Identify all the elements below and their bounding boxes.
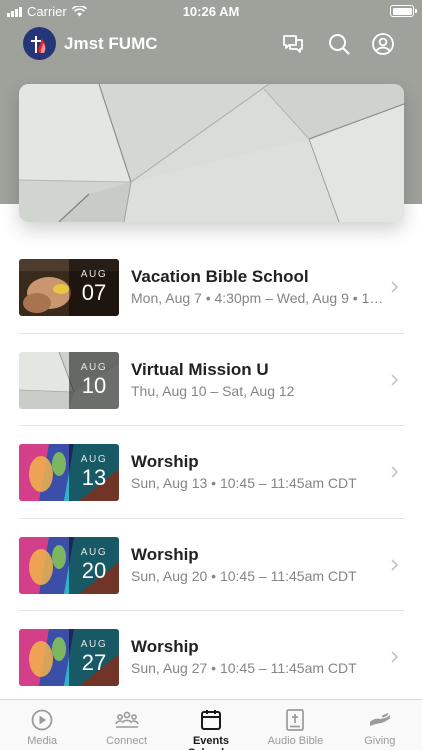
bible-icon [286,709,305,731]
event-title: Worship [131,544,199,564]
event-date-badge: AUG 13 [69,444,119,501]
event-row[interactable]: AUG 27 Worship Sun, Aug 27 • 10:45 – 11:… [0,610,422,703]
church-logo[interactable] [23,27,56,60]
chevron-right-icon [391,466,399,478]
status-bar: Carrier 10:26 AM [0,0,422,22]
event-date-badge: AUG 10 [69,351,119,409]
account-icon[interactable] [371,32,395,56]
chevron-right-icon [391,373,399,386]
event-date-badge: AUG 27 [69,629,119,686]
app-title: Jmst FUMC [64,34,158,53]
tab-media[interactable]: Media [0,700,84,750]
tab-events-calendar[interactable]: Events Calendar [169,700,253,750]
event-title: Worship [131,452,199,471]
people-icon [114,711,139,728]
event-date-badge: AUG 20 [69,536,119,594]
event-datetime: Thu, Aug 10 – Sat, Aug 12 [131,382,295,399]
featured-banner-image[interactable] [19,84,404,222]
event-thumbnail: AUG 07 [19,259,119,316]
event-title: Worship [131,637,199,656]
search-icon[interactable] [327,32,351,56]
tab-connect[interactable]: Connect [84,700,168,750]
event-row[interactable]: AUG 10 Virtual Mission U Thu, Aug 10 – S… [0,332,422,426]
event-thumbnail: AUG 13 [19,444,119,501]
event-thumbnail: AUG 20 [19,536,119,594]
event-datetime: Sun, Aug 27 • 10:45 – 11:45am CDT [131,660,357,676]
event-row[interactable]: AUG 20 Worship Sun, Aug 20 • 10:45 – 11:… [0,517,422,611]
chevron-right-icon [391,651,399,663]
app-header: Jmst FUMC [0,22,422,66]
play-circle-icon [31,709,53,731]
chevron-right-icon [391,281,399,293]
event-row[interactable]: AUG 07 Vacation Bible School Mon, Aug 7 … [0,240,422,333]
event-thumbnail: AUG 10 [19,351,119,409]
status-time: 10:26 AM [182,4,240,19]
event-datetime: Sun, Aug 20 • 10:45 – 11:45am CDT [131,567,357,584]
event-title: Virtual Mission U [131,359,269,379]
giving-hand-icon [369,713,390,726]
calendar-icon [201,710,222,730]
chevron-right-icon [391,558,399,571]
event-datetime: Sun, Aug 13 • 10:45 – 11:45am CDT [131,475,357,491]
battery-icon [390,5,417,17]
tab-audio-bible[interactable]: Audio Bible [253,700,337,750]
event-title: Vacation Bible School [131,267,309,286]
event-row[interactable]: AUG 13 Worship Sun, Aug 13 • 10:45 – 11:… [0,425,422,518]
events-list: AUG 07 Vacation Bible School Mon, Aug 7 … [0,240,422,703]
event-date-badge: AUG 07 [69,259,119,316]
tab-giving[interactable]: Giving [338,700,422,750]
chat-icon[interactable] [281,32,305,56]
event-thumbnail: AUG 27 [19,629,119,686]
cross-flame-icon [30,35,45,53]
tab-bar: Media Connect Events Calendar Audio Bibl… [0,699,422,750]
event-datetime: Mon, Aug 7 • 4:30pm – Wed, Aug 9 • 12:00… [131,290,387,306]
